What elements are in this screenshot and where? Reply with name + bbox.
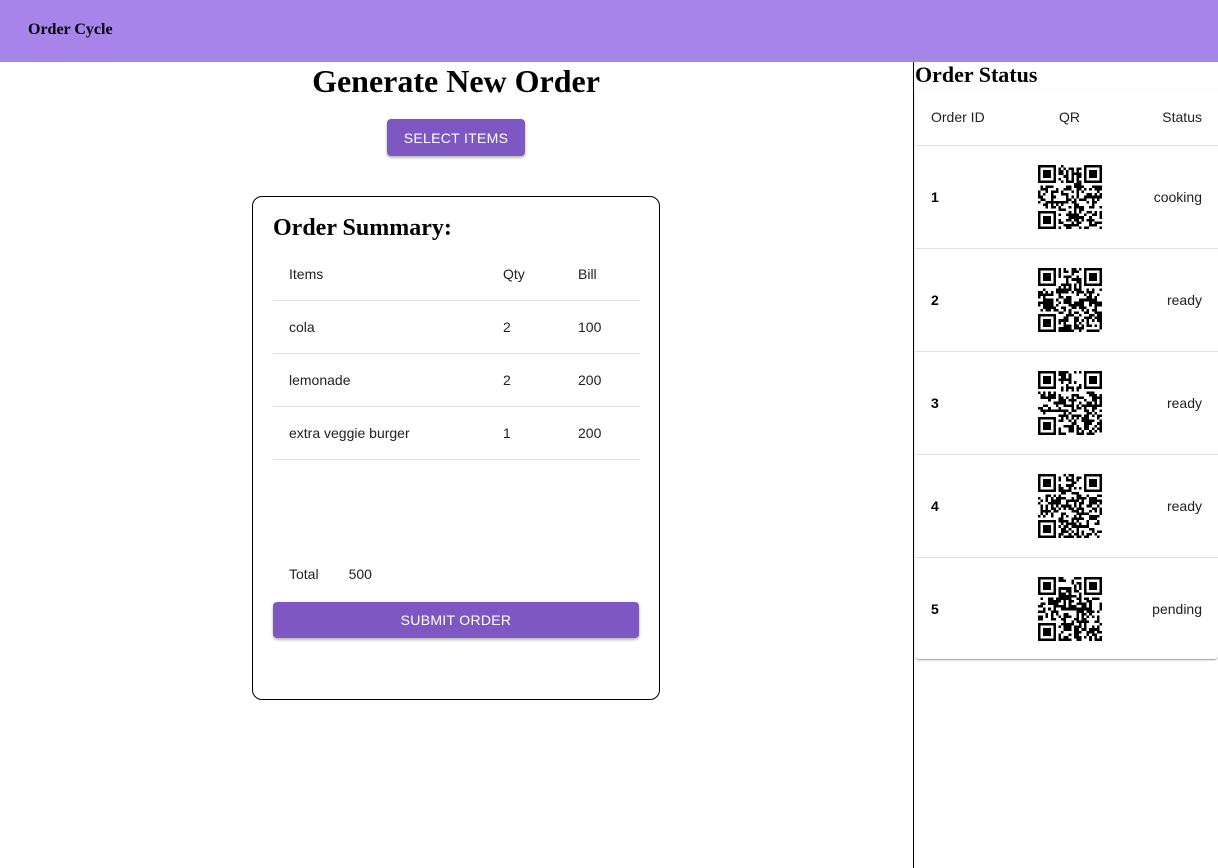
column-header-order-id: Order ID bbox=[931, 109, 985, 125]
table-row: 4 ready bbox=[915, 455, 1218, 558]
table-row: 2 ready bbox=[915, 249, 1218, 352]
column-header-status: Status bbox=[1162, 109, 1202, 125]
select-items-button[interactable]: SELECT ITEMS bbox=[387, 119, 525, 156]
item-name: cola bbox=[289, 319, 315, 335]
column-header-qty: Qty bbox=[503, 266, 525, 282]
table-row: 1 cooking bbox=[915, 146, 1218, 249]
order-id: 4 bbox=[931, 498, 939, 514]
table-row: 3 ready bbox=[915, 352, 1218, 455]
status-table-header: Order ID QR Status bbox=[915, 89, 1218, 146]
order-status: ready bbox=[1166, 395, 1202, 411]
qr-code-icon bbox=[1038, 474, 1102, 538]
order-id: 5 bbox=[931, 601, 939, 617]
item-qty: 2 bbox=[503, 319, 511, 335]
submit-order-button[interactable]: SUBMIT ORDER bbox=[273, 602, 639, 638]
qr-code-icon bbox=[1038, 371, 1102, 435]
item-name: extra veggie burger bbox=[289, 425, 410, 441]
page-title: Generate New Order bbox=[312, 63, 600, 99]
order-status: ready bbox=[1166, 498, 1202, 514]
item-bill: 200 bbox=[578, 425, 602, 441]
order-status-title: Order Status bbox=[915, 62, 1038, 87]
table-row: extra veggie burger 1 200 bbox=[273, 407, 640, 460]
table-row: lemonade 2 200 bbox=[273, 354, 640, 407]
order-status: pending bbox=[1152, 601, 1202, 617]
order-summary-title: Order Summary: bbox=[273, 215, 452, 241]
qr-code-icon bbox=[1038, 165, 1102, 229]
app-title: Order Cycle bbox=[28, 21, 113, 38]
order-id: 1 bbox=[931, 189, 939, 205]
item-bill: 100 bbox=[578, 319, 602, 335]
table-row: 5 pending bbox=[915, 558, 1218, 660]
item-qty: 1 bbox=[503, 425, 511, 441]
table-row: cola 2 100 bbox=[273, 301, 640, 354]
new-order-pane: Generate New Order SELECT ITEMS Order Su… bbox=[0, 62, 914, 868]
order-id: 2 bbox=[931, 292, 939, 308]
column-header-bill: Bill bbox=[578, 266, 597, 282]
order-status: cooking bbox=[1153, 189, 1202, 205]
order-summary-table: Items Qty Bill cola 2 100 lemonade 2 200… bbox=[273, 248, 640, 460]
order-id: 3 bbox=[931, 395, 939, 411]
column-header-qr: QR bbox=[1059, 109, 1080, 125]
order-status: ready bbox=[1166, 292, 1202, 308]
item-bill: 200 bbox=[578, 372, 602, 388]
order-total: Total 500 bbox=[289, 566, 372, 582]
total-value: 500 bbox=[348, 566, 372, 582]
column-header-items: Items bbox=[289, 266, 324, 282]
item-qty: 2 bbox=[503, 372, 511, 388]
qr-code-icon bbox=[1038, 577, 1102, 641]
app-bar: Order Cycle bbox=[0, 0, 1218, 62]
qr-code-icon bbox=[1038, 268, 1102, 332]
order-status-pane: Order Status Order ID QR Status 1 cookin… bbox=[914, 62, 1218, 868]
order-status-table: Order ID QR Status 1 cooking 2 ready 3 r… bbox=[915, 89, 1218, 659]
item-name: lemonade bbox=[289, 372, 351, 388]
summary-table-header: Items Qty Bill bbox=[273, 248, 640, 301]
order-summary-card: Order Summary: Items Qty Bill cola 2 100… bbox=[252, 196, 660, 700]
total-label: Total bbox=[289, 566, 319, 582]
